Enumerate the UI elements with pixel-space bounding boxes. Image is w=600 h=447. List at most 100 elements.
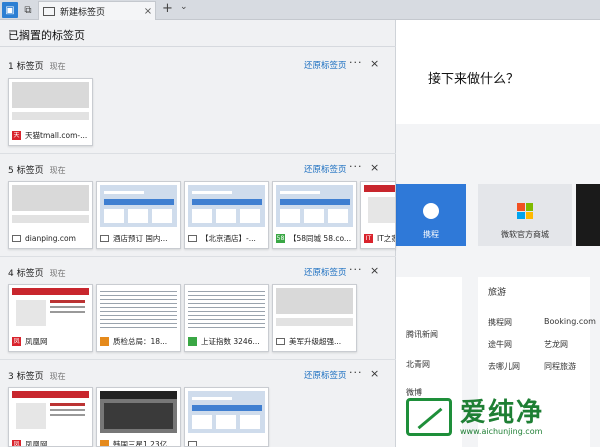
link-item[interactable]: Booking.com <box>544 317 596 326</box>
watermark-brand: 爱纯净 <box>460 397 545 428</box>
new-tab-button[interactable]: + <box>162 1 173 16</box>
tab-list-chevron-icon[interactable]: ⌄ <box>180 2 188 12</box>
tile-label: 微软官方商城 <box>501 230 549 239</box>
group-count: 5 标签页 现在 <box>8 166 66 176</box>
set-aside-tabs-panel: 已搁置的标签页 1 标签页 现在 还原标签页 ··· × 天天猫tmall.com… <box>0 20 396 447</box>
tab-caption: 凤凰网 <box>25 336 48 346</box>
tab-thumbnail[interactable]: 天天猫tmall.com-... <box>8 78 93 146</box>
microsoft-logo-icon <box>517 203 533 219</box>
page-icon <box>188 440 197 446</box>
ctrip-logo-icon <box>423 203 439 219</box>
tab-caption: 【北京酒店】-... <box>201 233 256 243</box>
tab-preview <box>188 288 265 330</box>
divider <box>0 256 396 257</box>
link-item[interactable]: 北青网 <box>406 359 430 370</box>
ifeng-icon: 凤 <box>12 439 21 447</box>
restore-tabs-link[interactable]: 还原标签页 <box>304 369 347 381</box>
group-count: 4 标签页 现在 <box>8 269 66 279</box>
page-icon <box>100 234 109 242</box>
link-item[interactable]: 腾讯新闻 <box>406 329 438 340</box>
tab-preview <box>100 288 177 330</box>
more-options-icon[interactable]: ··· <box>349 366 363 379</box>
close-tab-icon[interactable]: × <box>141 6 155 17</box>
divider <box>0 359 396 360</box>
tab-preview <box>100 391 177 433</box>
tab-thumbnail[interactable]: 韩国三星1.23亿... <box>96 387 181 447</box>
link-item[interactable]: 途牛网 <box>488 339 512 350</box>
close-group-icon[interactable]: × <box>370 57 379 70</box>
tab-caption: 美军升级超强... <box>289 336 342 346</box>
new-tab-page: 接下来做什么？ 携程 微软官方商城 腾讯新闻 北青网 微博 旅游 携程网 Boo… <box>396 20 600 447</box>
link-item[interactable]: 携程网 <box>488 317 512 328</box>
tile-label: 携程 <box>423 230 439 239</box>
watermark-logo: 爱纯净 www.aichunjing.com <box>406 393 596 441</box>
group-count: 3 标签页 现在 <box>8 372 66 382</box>
tab-thumbnail[interactable]: 【北京酒店】-... <box>184 181 269 249</box>
watermark-mark-icon <box>406 398 452 436</box>
more-options-icon[interactable]: ··· <box>349 263 363 276</box>
restore-tabs-link[interactable]: 还原标签页 <box>304 163 347 175</box>
page-icon <box>12 234 21 242</box>
divider <box>0 46 396 47</box>
link-item[interactable]: 同程旅游 <box>544 361 576 372</box>
tab-thumbnail[interactable]: 凤凤凰网 <box>8 387 93 447</box>
tile-microsoft-store[interactable]: 微软官方商城 <box>478 184 572 246</box>
tab-thumbnail[interactable]: dianping.com <box>8 181 93 249</box>
set-aside-tabs-icon[interactable]: ⧉ <box>20 2 36 18</box>
tab-preview <box>12 391 89 433</box>
more-options-icon[interactable]: ··· <box>349 160 363 173</box>
browser-tab-strip: ▣ ⧉ 新建标签页 × + ⌄ <box>0 0 600 20</box>
new-tab-icon <box>43 6 55 16</box>
tab-caption: 韩国三星1.23亿... <box>113 439 175 447</box>
tab-caption: 上证指数 3246... <box>201 336 260 346</box>
watermark-url: www.aichunjing.com <box>460 426 543 436</box>
tab-preview <box>276 288 353 330</box>
tab-thumbnail[interactable]: 凤凤凰网 <box>8 284 93 352</box>
tab-thumbnail[interactable]: IT IT之家 <box>360 181 396 249</box>
tab-preview <box>276 185 353 227</box>
close-group-icon[interactable]: × <box>370 264 379 277</box>
tile-ctrip[interactable]: 携程 <box>396 184 466 246</box>
tab-preview <box>12 288 89 330</box>
tab-thumbnail[interactable]: 酒店预订 国内... <box>96 181 181 249</box>
tab-thumbnail[interactable]: 质检总局：18... <box>96 284 181 352</box>
page-icon <box>188 234 197 242</box>
tab-thumbnail[interactable]: 美军升级超强... <box>272 284 357 352</box>
tab-caption: 【58同城 58.co... <box>289 233 352 243</box>
page-header: 接下来做什么？ <box>396 20 600 124</box>
link-item[interactable]: 去哪儿网 <box>488 361 520 372</box>
tab-caption: dianping.com <box>25 233 76 243</box>
link-item[interactable]: 艺龙网 <box>544 339 568 350</box>
tab-preview <box>12 185 89 227</box>
tab-preview <box>364 185 395 227</box>
tab-thumbnail[interactable]: 58 【58同城 58.co... <box>272 181 357 249</box>
tab-preview <box>188 391 265 433</box>
58-icon: 58 <box>276 233 285 243</box>
tile-dark[interactable] <box>576 184 600 246</box>
panel-title: 已搁置的标签页 <box>8 29 85 42</box>
tab-caption: 天猫tmall.com-... <box>25 130 88 140</box>
tab-caption: 质检总局：18... <box>113 336 168 346</box>
restore-tabs-link[interactable]: 还原标签页 <box>304 59 347 71</box>
stock-icon <box>188 336 197 346</box>
tab-caption: 酒店预订 国内... <box>113 233 168 243</box>
tab-preview <box>100 185 177 227</box>
tab-thumbnail[interactable] <box>184 387 269 447</box>
browser-tab-new-tab[interactable]: 新建标签页 × <box>38 1 156 20</box>
close-group-icon[interactable]: × <box>370 367 379 380</box>
tab-manager-icon[interactable]: ▣ <box>2 2 18 18</box>
travel-header: 旅游 <box>488 288 507 298</box>
news-icon <box>100 439 109 446</box>
tab-caption: 凤凰网 <box>25 439 48 447</box>
ifeng-icon: 凤 <box>12 336 21 346</box>
news-icon <box>100 336 109 346</box>
page-heading: 接下来做什么？ <box>428 72 520 87</box>
close-group-icon[interactable]: × <box>370 161 379 174</box>
tab-caption: IT之家 <box>377 233 395 243</box>
group-count: 1 标签页 现在 <box>8 62 66 72</box>
restore-tabs-link[interactable]: 还原标签页 <box>304 266 347 278</box>
more-options-icon[interactable]: ··· <box>349 56 363 69</box>
browser-tab-title: 新建标签页 <box>60 7 106 18</box>
tab-thumbnail[interactable]: 上证指数 3246... <box>184 284 269 352</box>
ithome-icon: IT <box>364 233 373 243</box>
